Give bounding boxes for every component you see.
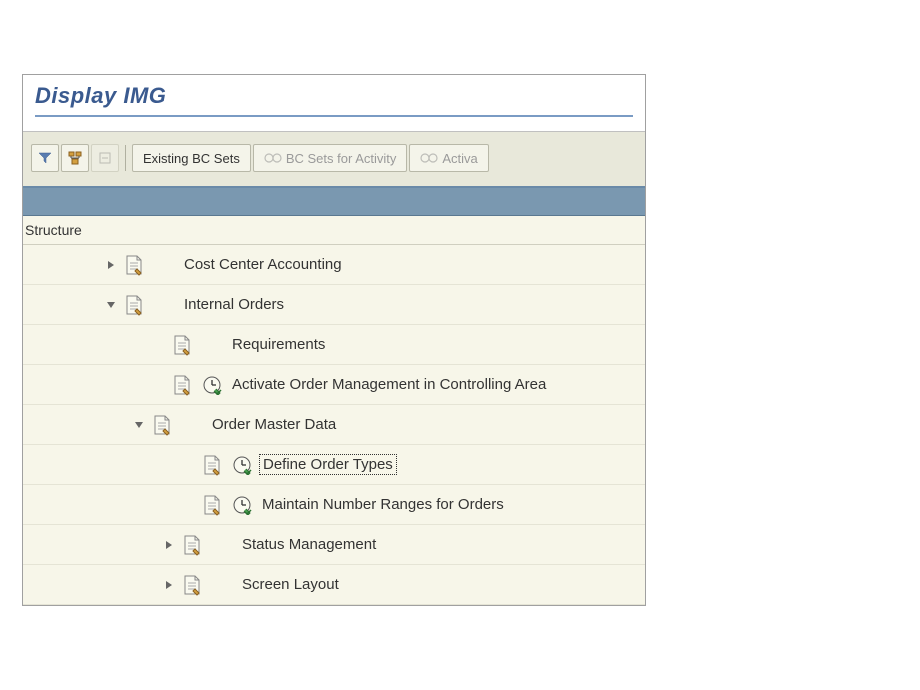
toolbar: Existing BC Sets BC Sets for Activity Ac… (23, 132, 645, 188)
tree-label[interactable]: Cost Center Accounting (181, 255, 345, 274)
glasses-icon (264, 151, 282, 166)
tree-row[interactable]: Screen Layout (23, 565, 645, 605)
tree-label[interactable]: Order Master Data (209, 415, 339, 434)
hierarchy-icon (67, 150, 83, 166)
page-title: Display IMG (35, 83, 633, 109)
tree-label[interactable]: Screen Layout (239, 575, 342, 594)
expand-icon[interactable] (161, 577, 177, 593)
existing-bc-sets-button[interactable]: Existing BC Sets (132, 144, 251, 172)
toolbar-separator (125, 145, 126, 171)
tree-label[interactable]: Status Management (239, 535, 379, 554)
tree-row[interactable]: Define Order Types (23, 445, 645, 485)
document-icon[interactable] (181, 573, 203, 597)
document-icon[interactable] (171, 333, 193, 357)
activity-icon[interactable] (231, 494, 253, 516)
expand-icon[interactable] (103, 257, 119, 273)
tree-label[interactable]: Define Order Types (259, 454, 397, 475)
title-divider (35, 115, 633, 117)
document-icon[interactable] (123, 293, 145, 317)
structure-header: Structure (23, 216, 645, 245)
filter-icon (37, 150, 53, 166)
tree: Cost Center Accounting Internal Orders Req… (23, 245, 645, 605)
tree-label[interactable]: Activate Order Management in Controlling… (229, 375, 549, 394)
expand-icon[interactable] (161, 537, 177, 553)
tree-row[interactable]: Cost Center Accounting (23, 245, 645, 285)
document-icon[interactable] (171, 373, 193, 397)
document-icon[interactable] (201, 493, 223, 517)
tree-row[interactable]: Maintain Number Ranges for Orders (23, 485, 645, 525)
tree-label[interactable]: Maintain Number Ranges for Orders (259, 495, 507, 514)
tree-label[interactable]: Internal Orders (181, 295, 287, 314)
filter-button[interactable] (31, 144, 59, 172)
structure-area: Structure Cost Center Accounting Internal… (23, 216, 645, 605)
app-window: Display IMG (22, 74, 646, 606)
toggle-placeholder (151, 337, 167, 353)
activity-icon[interactable] (231, 454, 253, 476)
collapse-icon[interactable] (103, 297, 119, 313)
document-icon[interactable] (201, 453, 223, 477)
collapse-icon[interactable] (131, 417, 147, 433)
activated-label: Activa (442, 151, 477, 166)
content-bar (23, 188, 645, 216)
activity-icon[interactable] (201, 374, 223, 396)
tree-row[interactable]: Activate Order Management in Controlling… (23, 365, 645, 405)
document-icon[interactable] (123, 253, 145, 277)
glasses-icon (420, 151, 438, 166)
bc-sets-activity-label: BC Sets for Activity (286, 151, 397, 166)
tree-row[interactable]: Status Management (23, 525, 645, 565)
hierarchy-button[interactable] (61, 144, 89, 172)
title-bar: Display IMG (23, 75, 645, 132)
collapse-button[interactable] (91, 144, 119, 172)
bc-sets-activity-button[interactable]: BC Sets for Activity (253, 144, 408, 172)
existing-bc-sets-label: Existing BC Sets (143, 151, 240, 166)
tree-row[interactable]: Requirements (23, 325, 645, 365)
document-icon[interactable] (151, 413, 173, 437)
toggle-placeholder (181, 457, 197, 473)
toggle-placeholder (181, 497, 197, 513)
tree-row[interactable]: Internal Orders (23, 285, 645, 325)
collapse-icon (97, 150, 113, 166)
toggle-placeholder (151, 377, 167, 393)
activated-button[interactable]: Activa (409, 144, 488, 172)
tree-row[interactable]: Order Master Data (23, 405, 645, 445)
tree-label[interactable]: Requirements (229, 335, 328, 354)
document-icon[interactable] (181, 533, 203, 557)
